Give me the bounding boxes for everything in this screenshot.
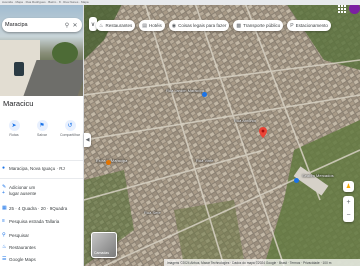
missing-place-row[interactable]: + lugar ausente (2, 190, 82, 196)
food-icon: ♨ (2, 244, 7, 250)
map-label-poi[interactable]: Seabra Mercados (302, 173, 334, 178)
chip-hotels[interactable]: ▤ Hotéis (139, 20, 165, 31)
add-icon: + (2, 190, 5, 196)
map-label-street: Estrada Maracipa (96, 158, 128, 163)
chip-parking[interactable]: P Estacionamento (287, 20, 331, 31)
pin-icon: ● (2, 165, 6, 171)
place-actions: ➤ Rotas ⚑ Salvar ↺ Compartilhar (0, 120, 83, 137)
camera-icon: ◉ (171, 22, 177, 29)
map-imagery (84, 0, 360, 266)
zoom-in-button[interactable]: + (346, 199, 350, 206)
parking-icon: P (290, 22, 294, 29)
chevron-down-icon: ∨ (90, 21, 96, 28)
layers-button[interactable]: Camadas (91, 232, 117, 258)
map-label-street: Rua Sete (144, 210, 161, 215)
chip-things-to-do[interactable]: ◉ Coisas legais para fazer (168, 20, 230, 31)
bookmark-icon: ⚑ (36, 120, 48, 131)
transit-icon: ▩ (236, 22, 242, 29)
road-icon: ≡ (2, 218, 5, 224)
collapse-panel-button[interactable]: ◀ (84, 133, 91, 147)
chevron-left-icon: ◀ (85, 137, 90, 143)
apps-grid-icon[interactable] (337, 4, 347, 14)
place-panel: Maracipa ⚲ ✕ Maracicu ➤ Rotas ⚑ Salvar ↺… (0, 0, 84, 266)
map-label-street: Rua Antônio (234, 118, 256, 123)
chip-restaurants[interactable]: ♨ Restaurantes (96, 20, 136, 31)
category-chips: ♨ Restaurantes ▤ Hotéis ◉ Coisas legais par… (96, 20, 331, 31)
poi-pin-icon[interactable] (294, 178, 299, 183)
share-button[interactable]: ↺ Compartilhar (58, 120, 82, 137)
search-bar[interactable]: Maracipa ⚲ ✕ (2, 18, 82, 32)
share-icon: ↺ (64, 120, 76, 131)
satellite-map[interactable]: Rua Jardim Maracipa Rua Antônio Estrada … (84, 0, 360, 266)
poi-pin-icon[interactable] (202, 92, 207, 97)
zoom-control: + − (343, 196, 354, 222)
close-icon[interactable]: ✕ (71, 21, 79, 29)
place-photo[interactable] (0, 0, 83, 96)
browser-topstrip: Avenida · Mapa · Rua Rodrigues · Bairro … (0, 0, 360, 5)
save-button[interactable]: ⚑ Salvar (30, 120, 54, 137)
map-label-street: Rua Jardim Maracipa (166, 88, 205, 93)
street-view-pegman-icon[interactable]: ♟ (343, 181, 354, 192)
chip-transit[interactable]: ▩ Transporte público (233, 20, 284, 31)
nearby-road-row[interactable]: ≡ Pesquisa estrada Tallaria (2, 218, 82, 224)
search-nearby-row[interactable]: ⚲ Pesquisar (2, 232, 82, 238)
poi-pin-icon[interactable] (106, 160, 111, 165)
hotel-icon: ▤ (142, 22, 147, 29)
plus-code-row[interactable]: ▦ 25 · 4 Quadra · 20 · 9Quadra (2, 205, 82, 211)
google-maps-row[interactable]: ☰ Google Maps (2, 256, 82, 262)
grid-icon: ▦ (2, 205, 7, 211)
location-pin-icon[interactable] (259, 127, 267, 138)
restaurants-row[interactable]: ♨ Restaurantes (2, 244, 82, 250)
search-icon: ⚲ (2, 232, 6, 238)
search-input[interactable]: Maracipa (5, 22, 63, 28)
zoom-out-button[interactable]: − (346, 212, 350, 219)
directions-icon: ➤ (8, 120, 20, 131)
place-title: Maracicu (3, 99, 34, 108)
directions-button[interactable]: ➤ Rotas (2, 120, 26, 137)
restaurant-icon: ♨ (99, 22, 104, 29)
map-footer: Imagens ©2024 Airbus, Maxar Technologies… (164, 259, 360, 266)
search-icon[interactable]: ⚲ (63, 21, 71, 29)
address-row[interactable]: ● Maracipa, Nova Iguaçu · RJ (2, 165, 82, 171)
map-icon: ☰ (2, 256, 7, 262)
map-label-street: Rua Vinte (196, 158, 214, 163)
